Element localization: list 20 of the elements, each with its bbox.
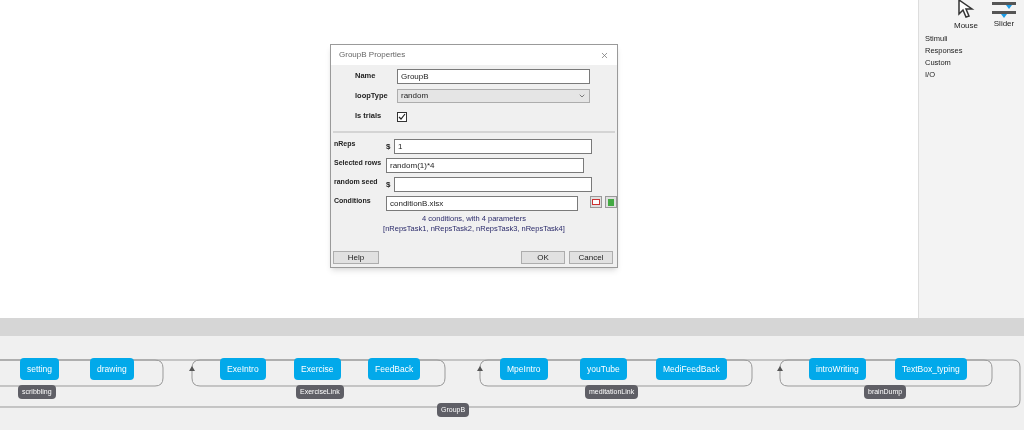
chevron-icon <box>578 92 586 100</box>
ok-button[interactable]: OK <box>521 251 565 264</box>
name-field[interactable]: GroupB <box>397 69 590 84</box>
edit-file-icon[interactable] <box>605 196 617 208</box>
dollar-sign: $ <box>386 179 392 190</box>
text-field[interactable]: 1 <box>394 139 592 154</box>
trials-checkbox[interactable] <box>397 112 407 122</box>
text-field[interactable]: random(1)*4 <box>386 158 584 173</box>
dialog-title: GroupB Properties <box>339 49 406 61</box>
cancel-button[interactable]: Cancel <box>569 251 613 264</box>
looptype-dropdown[interactable]: random <box>397 89 590 103</box>
slider-icon <box>992 0 1016 18</box>
component-label[interactable]: Slider <box>993 18 1015 30</box>
component-label[interactable]: Mouse <box>954 20 978 32</box>
close-icon[interactable] <box>600 50 609 60</box>
text-field[interactable] <box>394 177 592 192</box>
help-button[interactable]: Help <box>333 251 379 264</box>
text-field[interactable]: conditionB.xlsx <box>386 196 578 211</box>
dollar-sign: $ <box>386 141 392 152</box>
open-file-icon[interactable] <box>590 196 602 208</box>
